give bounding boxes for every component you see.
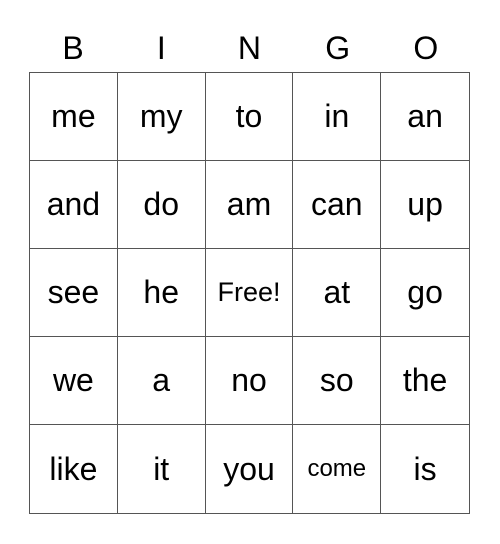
header-letter-o: O bbox=[413, 30, 439, 66]
header-letter-n: N bbox=[237, 30, 262, 66]
bingo-cell[interactable]: my bbox=[117, 73, 206, 161]
bingo-cell[interactable]: see bbox=[30, 249, 118, 337]
bingo-cell[interactable]: at bbox=[293, 249, 382, 337]
header-letter-i: I bbox=[156, 30, 166, 66]
bingo-cell[interactable]: an bbox=[381, 73, 469, 161]
bingo-cell[interactable]: come bbox=[293, 425, 382, 513]
header-letter-b: B bbox=[62, 30, 84, 66]
bingo-cell[interactable]: and bbox=[30, 161, 118, 249]
bingo-cell[interactable]: in bbox=[293, 73, 382, 161]
header-letter-g: G bbox=[325, 30, 351, 66]
bingo-cell[interactable]: to bbox=[205, 73, 294, 161]
bingo-cell[interactable]: go bbox=[381, 249, 469, 337]
bingo-cell[interactable]: the bbox=[381, 337, 469, 425]
bingo-cell[interactable]: am bbox=[205, 161, 294, 249]
bingo-cell[interactable]: like bbox=[30, 425, 118, 513]
bingo-grid: me my to in an and do am can up see he F… bbox=[29, 72, 470, 514]
bingo-cell[interactable]: up bbox=[381, 161, 469, 249]
bingo-header: B I N G O bbox=[29, 26, 470, 70]
free-space-cell[interactable]: Free! bbox=[205, 249, 294, 337]
bingo-cell[interactable]: you bbox=[206, 425, 294, 513]
bingo-cell[interactable]: it bbox=[118, 425, 206, 513]
bingo-cell[interactable]: we bbox=[30, 337, 118, 425]
bingo-cell[interactable]: so bbox=[293, 337, 382, 425]
bingo-cell[interactable]: a bbox=[117, 337, 206, 425]
bingo-cell[interactable]: no bbox=[205, 337, 294, 425]
bingo-cell[interactable]: he bbox=[117, 249, 206, 337]
bingo-cell[interactable]: do bbox=[117, 161, 206, 249]
bingo-cell[interactable]: me bbox=[30, 73, 118, 161]
bingo-cell[interactable]: is bbox=[381, 425, 469, 513]
bingo-cell[interactable]: can bbox=[293, 161, 382, 249]
